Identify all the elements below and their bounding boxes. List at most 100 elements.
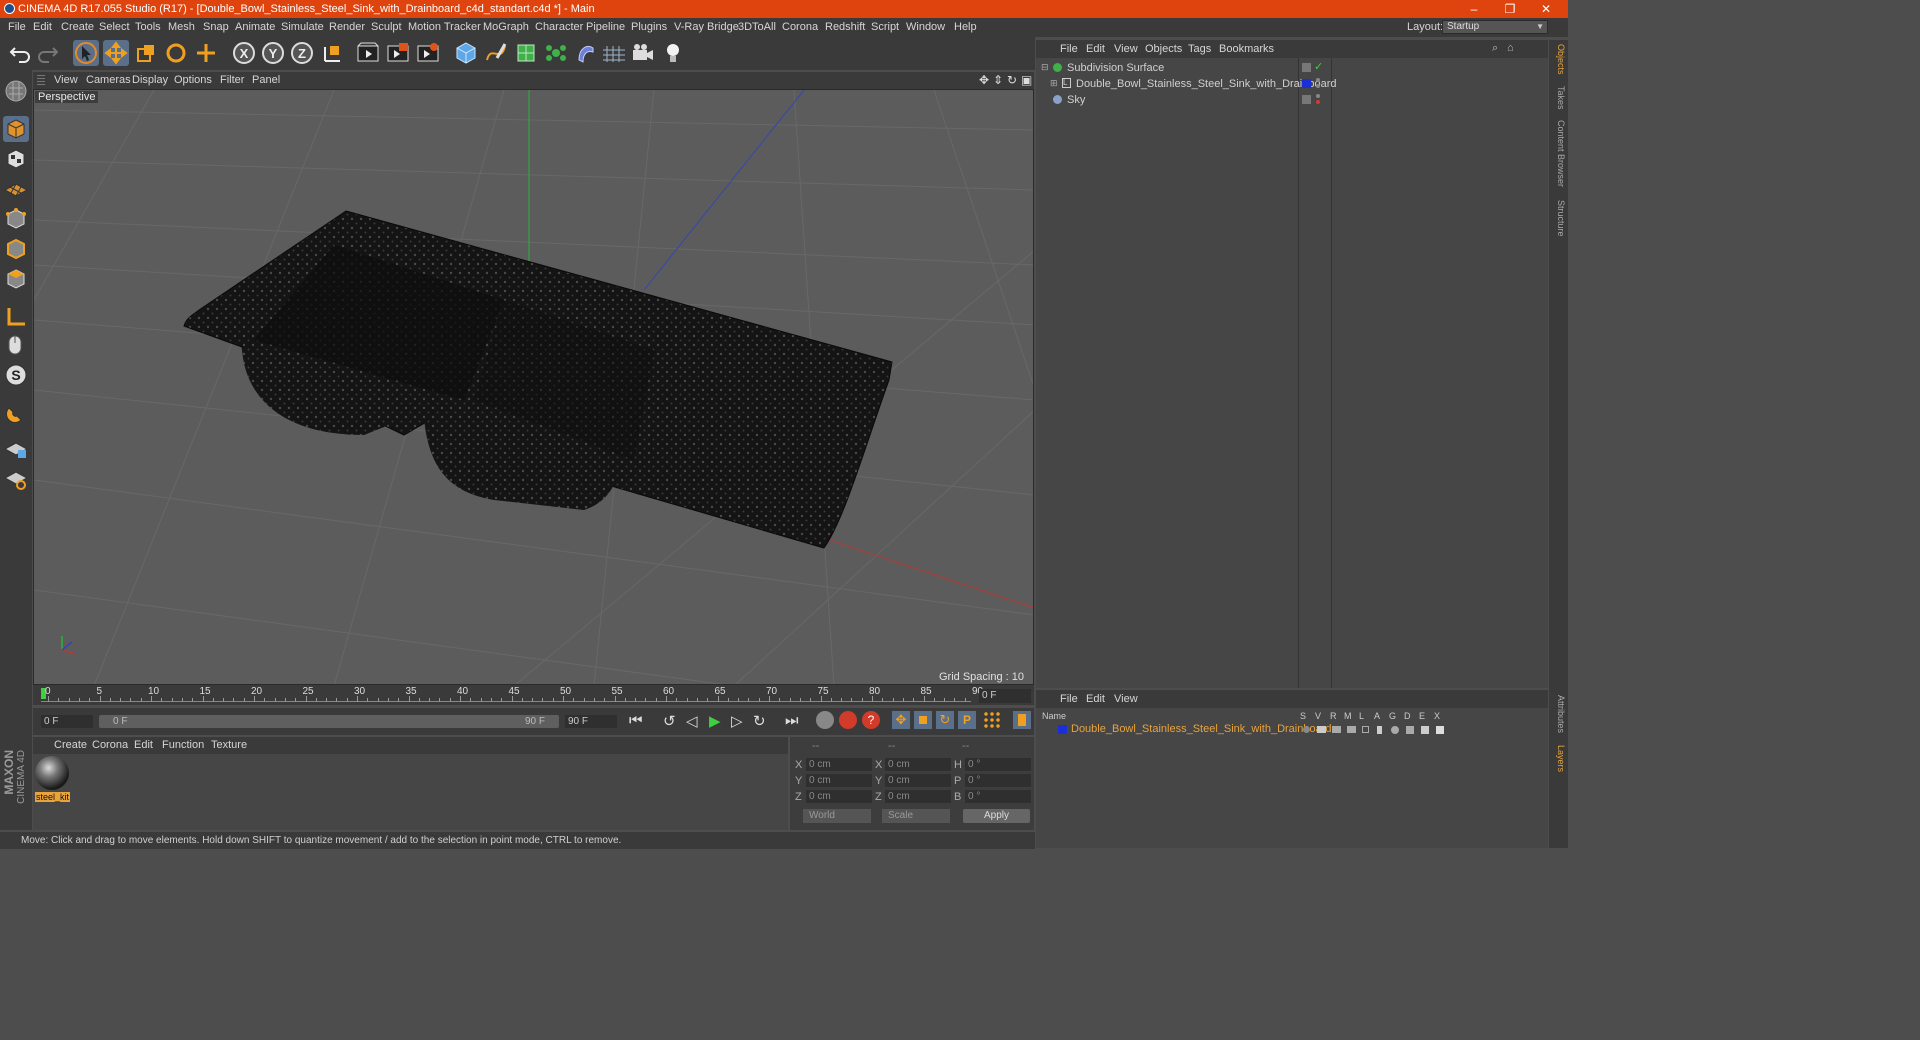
viewport-menu-options[interactable]: Options: [174, 74, 212, 86]
scale-select[interactable]: Scale: [882, 809, 950, 823]
menu-mesh[interactable]: Mesh: [168, 21, 195, 33]
position-x-field[interactable]: 0 cm: [806, 758, 872, 771]
viewport-menu-view[interactable]: View: [54, 74, 78, 86]
layer-name[interactable]: Double_Bowl_Stainless_Steel_Sink_with_Dr…: [1071, 723, 1332, 735]
step-forward-icon[interactable]: ▷: [731, 712, 743, 730]
menu-character[interactable]: Character: [535, 21, 583, 33]
key-position-icon[interactable]: ✥: [892, 711, 910, 729]
model-mode-icon[interactable]: [3, 78, 29, 104]
key-parameter-icon[interactable]: P: [958, 711, 976, 729]
light-icon[interactable]: [660, 40, 686, 66]
visibility-dot[interactable]: [1316, 78, 1320, 82]
object-row[interactable]: Sky: [1036, 92, 1548, 108]
rotate-icon[interactable]: [163, 40, 189, 66]
next-key-icon[interactable]: ↻: [753, 712, 766, 730]
apply-button[interactable]: Apply: [963, 809, 1030, 823]
viewport-menu-panel[interactable]: Panel: [252, 74, 280, 86]
rotation-p-field[interactable]: 0 °: [965, 774, 1031, 787]
undo-icon[interactable]: [7, 40, 33, 66]
move-icon[interactable]: [103, 40, 129, 66]
expression-icon[interactable]: [1421, 726, 1429, 734]
render-dot[interactable]: [1316, 100, 1320, 104]
viewport-move-icon[interactable]: ✥: [979, 73, 989, 87]
material-menu-corona[interactable]: Corona: [92, 739, 128, 751]
object-menu-edit[interactable]: Edit: [1086, 43, 1105, 55]
animation-icon[interactable]: [1377, 726, 1382, 734]
layer-manager-toggle[interactable]: [1347, 726, 1356, 733]
object-mode-icon[interactable]: [3, 116, 29, 142]
menu-window[interactable]: Window: [906, 21, 945, 33]
material-swatch[interactable]: steel_kit: [35, 756, 71, 802]
lock-icon[interactable]: [1362, 726, 1369, 733]
magnet-icon[interactable]: [3, 400, 29, 426]
cloner-icon[interactable]: [543, 40, 569, 66]
edges-mode-icon[interactable]: [3, 236, 29, 262]
menu-vray-bridge[interactable]: V-Ray Bridge: [674, 21, 739, 33]
object-menu-bookmarks[interactable]: Bookmarks: [1219, 43, 1274, 55]
size-z-field[interactable]: 0 cm: [885, 790, 951, 803]
object-menu-view[interactable]: View: [1114, 43, 1138, 55]
workplane-icon[interactable]: [3, 176, 29, 202]
layer-render-toggle[interactable]: [1332, 726, 1341, 733]
play-icon[interactable]: ▶: [709, 712, 721, 730]
tab-objects[interactable]: Objects: [1551, 44, 1566, 75]
size-x-field[interactable]: 0 cm: [885, 758, 951, 771]
layer-column-animation[interactable]: A: [1374, 711, 1380, 721]
layer-menu-edit[interactable]: Edit: [1086, 693, 1105, 705]
position-z-field[interactable]: 0 cm: [806, 790, 872, 803]
layer-menu-file[interactable]: File: [1060, 693, 1078, 705]
menu-plugins[interactable]: Plugins: [631, 21, 667, 33]
layer-column-render[interactable]: R: [1330, 711, 1337, 721]
subdivision-icon[interactable]: [513, 40, 539, 66]
key-scale-icon[interactable]: [914, 711, 932, 729]
menu-file[interactable]: File: [8, 21, 26, 33]
render-dot[interactable]: [1316, 84, 1320, 88]
step-back-icon[interactable]: ◁: [686, 712, 698, 730]
viewport-zoom-icon[interactable]: ⇕: [993, 73, 1003, 87]
timeline-ruler[interactable]: 0 5 10 15 20 25 30 35 40 45 50 55 60 65 70 75 80 85 90 0 F: [33, 685, 1034, 705]
deformer-toggle-icon[interactable]: [1406, 726, 1414, 734]
viewport-perspective[interactable]: [33, 89, 1034, 685]
menu-render[interactable]: Render: [329, 21, 365, 33]
key-rotation-icon[interactable]: ↻: [936, 711, 954, 729]
layer-solo-toggle[interactable]: [1303, 726, 1310, 733]
menu-pipeline[interactable]: Pipeline: [586, 21, 625, 33]
tab-structure[interactable]: Structure: [1551, 200, 1566, 237]
object-row[interactable]: ⊞ L Double_Bowl_Stainless_Steel_Sink_wit…: [1036, 76, 1548, 92]
viewport-rotate-icon[interactable]: ↻: [1007, 73, 1017, 87]
rotation-h-field[interactable]: 0 °: [965, 758, 1031, 771]
cube-icon[interactable]: [453, 40, 479, 66]
layer-column-manager[interactable]: M: [1344, 711, 1352, 721]
x-axis-icon[interactable]: X: [231, 40, 257, 66]
layer-column-view[interactable]: V: [1315, 711, 1321, 721]
tab-content-browser[interactable]: Content Browser: [1551, 120, 1566, 187]
menu-sculpt[interactable]: Sculpt: [371, 21, 402, 33]
axis-icon[interactable]: [3, 304, 29, 330]
object-menu-tags[interactable]: Tags: [1188, 43, 1211, 55]
keyframe-help-icon[interactable]: ?: [862, 711, 880, 729]
start-frame-field[interactable]: 0 F: [41, 715, 93, 728]
tweak-icon[interactable]: [3, 332, 29, 358]
layer-column-generators[interactable]: G: [1389, 711, 1396, 721]
layer-menu-view[interactable]: View: [1114, 693, 1138, 705]
expand-icon[interactable]: ⊞: [1050, 78, 1058, 89]
timeline-window-icon[interactable]: [1013, 711, 1031, 729]
object-menu-file[interactable]: File: [1060, 43, 1078, 55]
minimize-button[interactable]: –: [1456, 0, 1492, 18]
viewport-menu-cameras[interactable]: Cameras: [86, 74, 131, 86]
menu-select[interactable]: Select: [99, 21, 130, 33]
end-frame-field[interactable]: 90 F: [565, 715, 617, 728]
record-icon[interactable]: [839, 711, 857, 729]
checkmark-icon[interactable]: ✓: [1314, 60, 1323, 73]
tab-takes[interactable]: Takes: [1551, 86, 1566, 110]
camera-icon[interactable]: [630, 40, 656, 66]
menu-snap[interactable]: Snap: [203, 21, 229, 33]
snap-icon[interactable]: S: [3, 362, 29, 388]
menu-redshift[interactable]: Redshift: [825, 21, 865, 33]
layer-column-xref[interactable]: X: [1434, 711, 1440, 721]
enable-axis-icon[interactable]: [3, 466, 29, 492]
menu-tools[interactable]: Tools: [135, 21, 161, 33]
menu-mograph[interactable]: MoGraph: [483, 21, 529, 33]
render-settings-icon[interactable]: [415, 40, 441, 66]
y-axis-icon[interactable]: Y: [260, 40, 286, 66]
